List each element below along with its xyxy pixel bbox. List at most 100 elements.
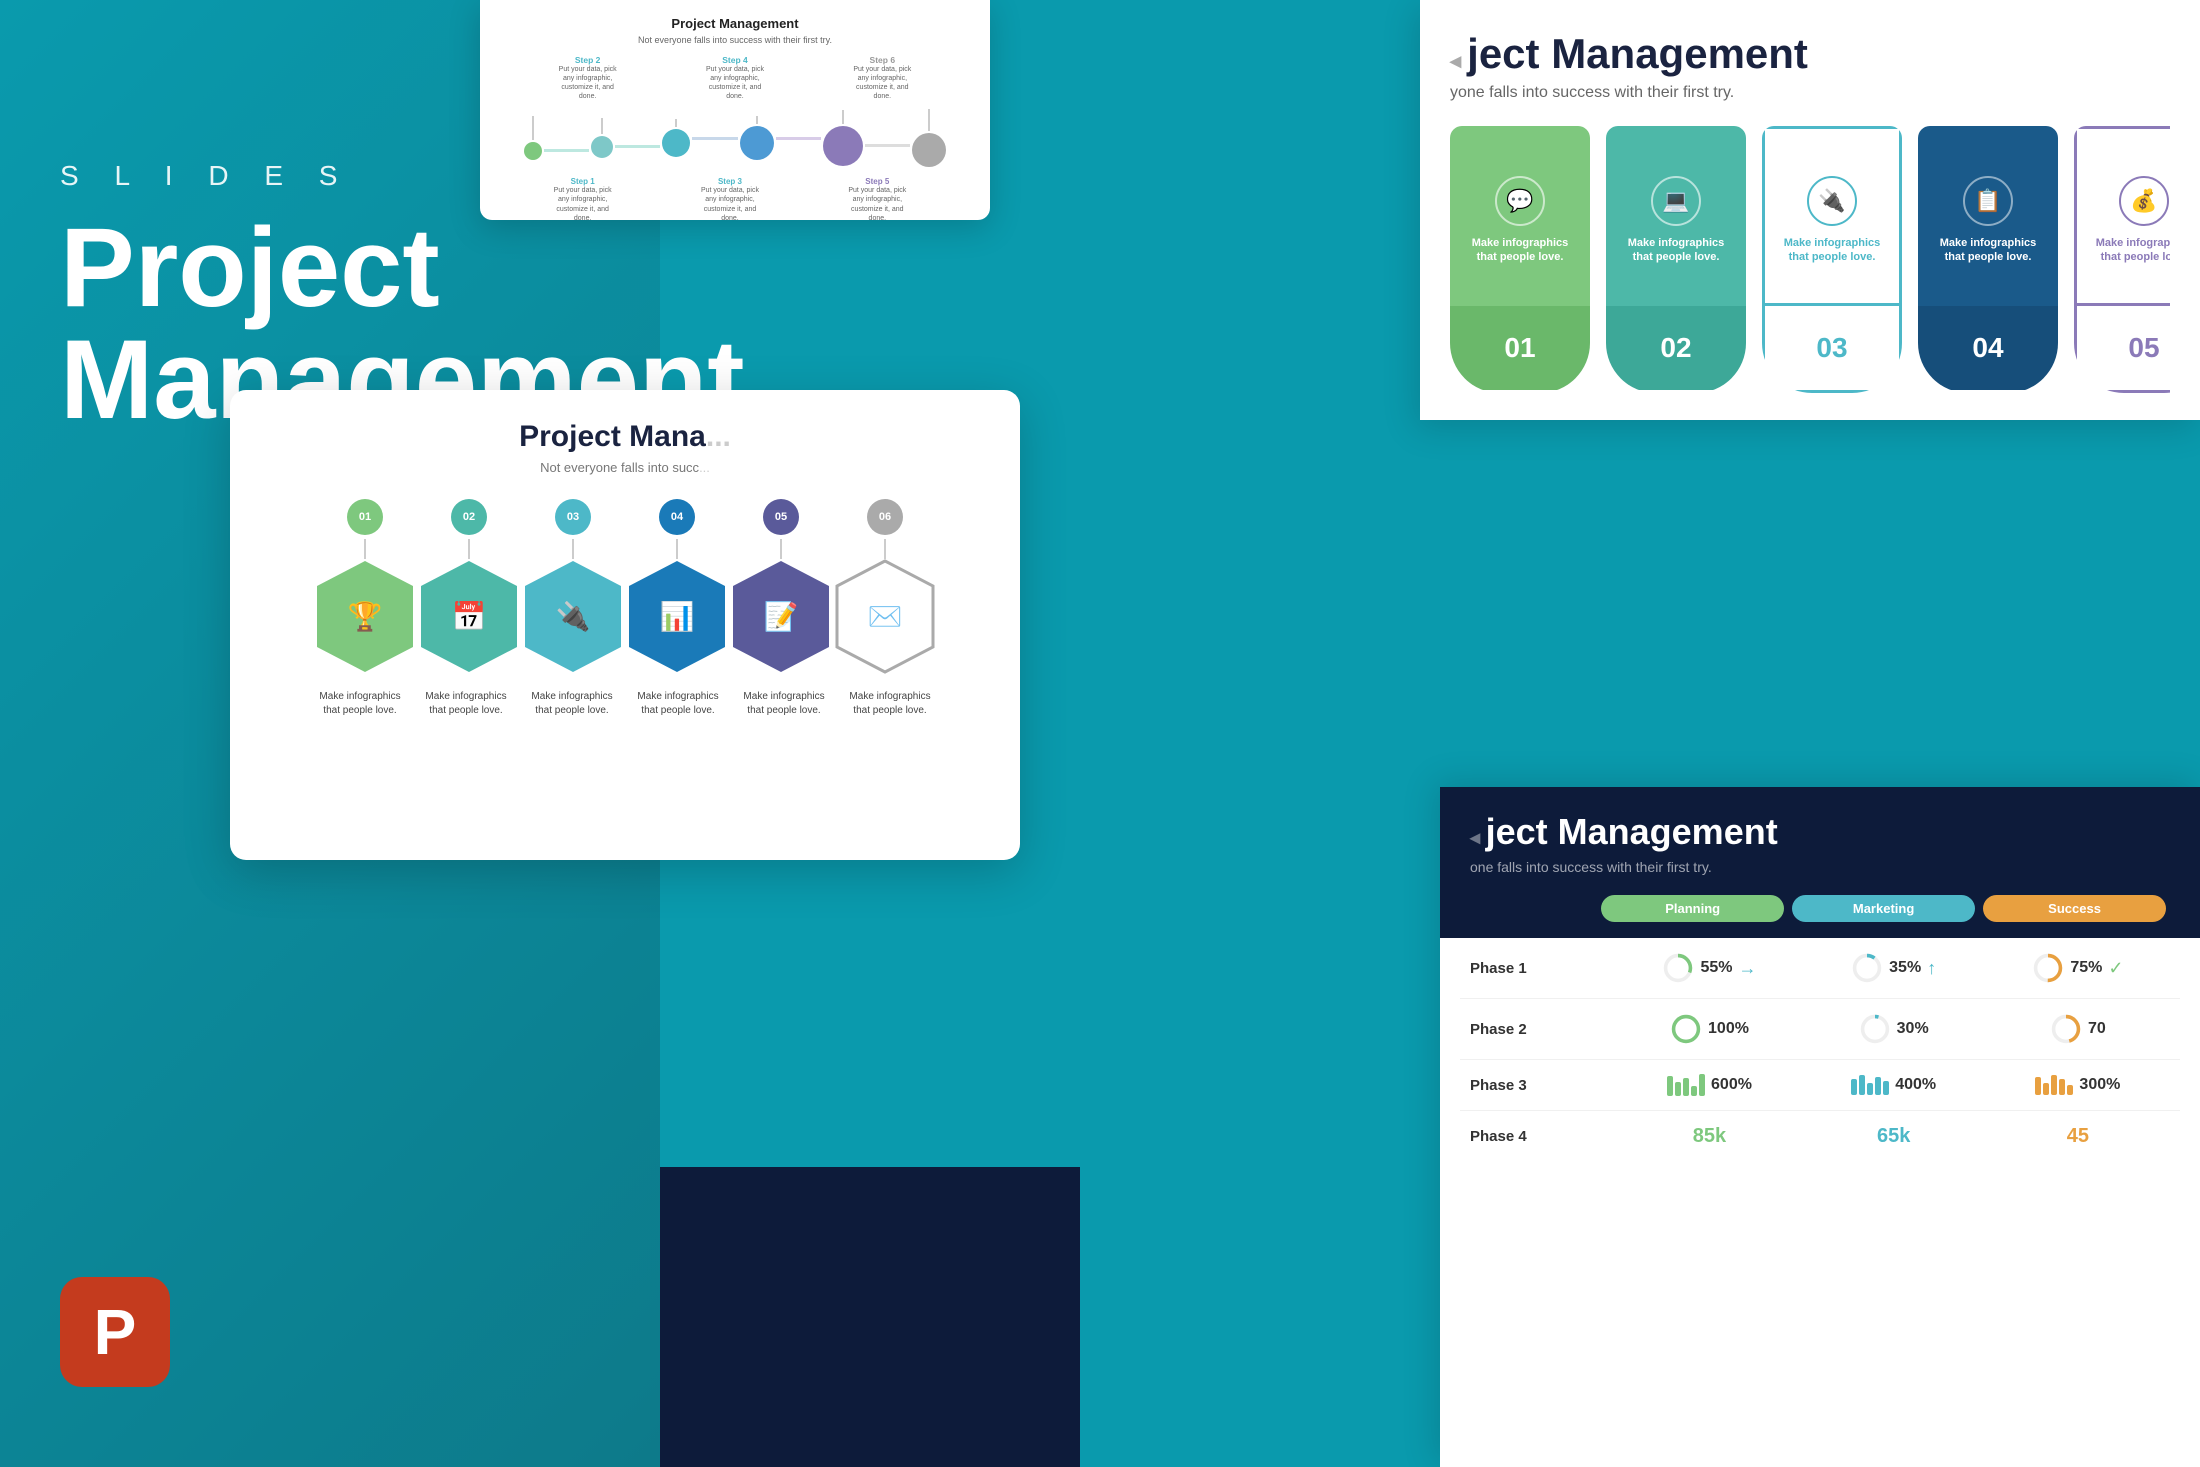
phase4-marketing-pct: 65k <box>1877 1125 1910 1148</box>
hex-03-pin: 03 <box>555 499 591 535</box>
phase3-success-cell: 300% <box>1986 1075 2170 1095</box>
step2-desc: Put your data, pick any infographic, cus… <box>558 65 618 101</box>
hex-01: 01 🏆 <box>315 499 415 674</box>
step4-circle <box>740 126 774 160</box>
card-02-text: Make infographics that people love. <box>1618 236 1734 265</box>
hex-02: 02 📅 <box>419 499 519 674</box>
phase2-planning-donut <box>1670 1013 1702 1045</box>
card-05-top: 💰 Make infographics that people love. <box>2074 126 2170 306</box>
hex-03-connector <box>572 539 574 559</box>
phase4-label: Phase 4 <box>1470 1128 1617 1145</box>
phase1-marketing-arrow: ↑ <box>1927 958 1936 979</box>
card-02-top: 💻 Make infographics that people love. <box>1606 126 1746 306</box>
phase4-planning-cell: 85k <box>1617 1125 1801 1148</box>
phase2-planning-pct: 100% <box>1708 1020 1749 1038</box>
hex-02-icon: 📅 <box>452 600 487 633</box>
hex-06-connector <box>884 539 886 559</box>
hex-04-shape: 📊 <box>627 559 727 674</box>
hex-01-icon: 🏆 <box>348 600 383 633</box>
step2-label: Step 2 <box>558 55 618 65</box>
phase4-success-pct: 45 <box>2067 1125 2089 1148</box>
phase1-success-pct: 75% <box>2070 959 2102 977</box>
table-row: Phase 2 100% 30% 70 <box>1460 999 2180 1060</box>
phase1-marketing-cell: 35% ↑ <box>1802 952 1986 984</box>
hex-03-label: Make infographics that people love. <box>520 690 624 718</box>
sc-title: Project Mana... <box>270 420 980 454</box>
step3-desc: Put your data, pick any infographic, cus… <box>700 186 760 222</box>
table-row: Phase 3 600% 400% <box>1460 1060 2180 1111</box>
hex-04-label: Make infographics that people love. <box>626 690 730 718</box>
phase1-success-arrow: ✓ <box>2108 958 2123 979</box>
card-05-bottom: 05 <box>2074 306 2170 393</box>
srt-title: ◂ ject Management <box>1450 30 2170 78</box>
phase3-marketing-bars <box>1851 1075 1889 1095</box>
hex-03-icon: 🔌 <box>556 600 591 633</box>
phase1-planning-arrow: → <box>1738 958 1756 979</box>
phase3-planning-cell: 600% <box>1617 1074 1801 1096</box>
col-planning-header: Planning <box>1601 895 1784 922</box>
srb-header: ◂ ject Management one falls into success… <box>1440 787 2200 895</box>
phase1-success-cell: 75% ✓ <box>1986 952 2170 984</box>
card-01-bottom: 01 <box>1450 306 1590 390</box>
slide-top-subtitle: Not everyone falls into success with the… <box>504 35 966 45</box>
card-04-text: Make infographics that people love. <box>1930 236 2046 265</box>
cards-container: 💬 Make infographics that people love. 01… <box>1450 126 2170 393</box>
card-02-number: 02 <box>1606 316 1746 380</box>
phase1-planning-pct: 55% <box>1700 959 1732 977</box>
card-04: 📋 Make infographics that people love. 04 <box>1918 126 2058 393</box>
srb-table-header: Planning Marketing Success <box>1440 895 2200 938</box>
phase2-label: Phase 2 <box>1470 1021 1617 1038</box>
powerpoint-icon[interactable]: P <box>60 1277 170 1387</box>
card-01-text: Make infographics that people love. <box>1462 236 1578 265</box>
phase2-marketing-pct: 30% <box>1897 1020 1929 1038</box>
phase2-success-pct: 70 <box>2088 1020 2106 1038</box>
phase1-success-donut <box>2032 952 2064 984</box>
hex-02-label: Make infographics that people love. <box>414 690 518 718</box>
step6-desc: Put your data, pick any infographic, cus… <box>852 65 912 101</box>
phase4-marketing-cell: 65k <box>1802 1125 1986 1148</box>
phase4-planning-pct: 85k <box>1693 1125 1726 1148</box>
step4-desc: Put your data, pick any infographic, cus… <box>705 65 765 101</box>
col-marketing-header: Marketing <box>1792 895 1975 922</box>
step1-label: Step 1 <box>553 177 613 186</box>
phase3-marketing-cell: 400% <box>1802 1075 1986 1095</box>
hex-04-pin: 04 <box>659 499 695 535</box>
step3-label: Step 3 <box>700 177 760 186</box>
phase3-planning-pct: 600% <box>1711 1076 1752 1094</box>
card-03: 🔌 Make infographics that people love. 03 <box>1762 126 1902 393</box>
srb-subtitle: one falls into success with their first … <box>1470 859 2170 875</box>
step5-circle <box>823 126 863 166</box>
step5-label: Step 5 <box>847 177 907 186</box>
hex-06-icon: ✉️ <box>868 600 903 633</box>
card-03-top: 🔌 Make infographics that people love. <box>1762 126 1902 306</box>
phase3-marketing-pct: 400% <box>1895 1076 1936 1094</box>
card-01-number: 01 <box>1450 316 1590 380</box>
hex-03-shape: 🔌 <box>523 559 623 674</box>
card-03-number: 03 <box>1765 316 1899 380</box>
col-phase-header <box>1470 895 1597 922</box>
phase1-marketing-donut <box>1851 952 1883 984</box>
hex-02-shape: 📅 <box>419 559 519 674</box>
hex-05-shape: 📝 <box>731 559 831 674</box>
table-row: Phase 1 55% → 35% ↑ <box>1460 938 2180 999</box>
hex-05-connector <box>780 539 782 559</box>
card-05-text: Make infographics that people love. <box>2089 236 2170 265</box>
sc-subtitle: Not everyone falls into succ... <box>270 460 980 475</box>
srt-subtitle: yone falls into success with their first… <box>1450 84 2170 102</box>
card-01-top: 💬 Make infographics that people love. <box>1450 126 1590 306</box>
phase2-marketing-donut <box>1859 1013 1891 1045</box>
main-title-line1: Project <box>60 212 745 324</box>
hex-01-connector <box>364 539 366 559</box>
card-05: 💰 Make infographics that people love. 05 <box>2074 126 2170 393</box>
slide-top-title: Project Management <box>504 16 966 31</box>
hex-06: 06 ✉️ <box>835 499 935 674</box>
hex-05-icon: 📝 <box>764 600 799 633</box>
hex-02-connector <box>468 539 470 559</box>
step1-desc: Put your data, pick any infographic, cus… <box>553 186 613 222</box>
card-05-icon: 💰 <box>2119 176 2169 226</box>
hexagons-row: 01 🏆 02 📅 03 <box>270 499 980 674</box>
slide-data-table: ◂ ject Management one falls into success… <box>1440 787 2200 1467</box>
hex-02-pin: 02 <box>451 499 487 535</box>
card-01-icon: 💬 <box>1495 176 1545 226</box>
phase3-success-pct: 300% <box>2079 1076 2120 1094</box>
